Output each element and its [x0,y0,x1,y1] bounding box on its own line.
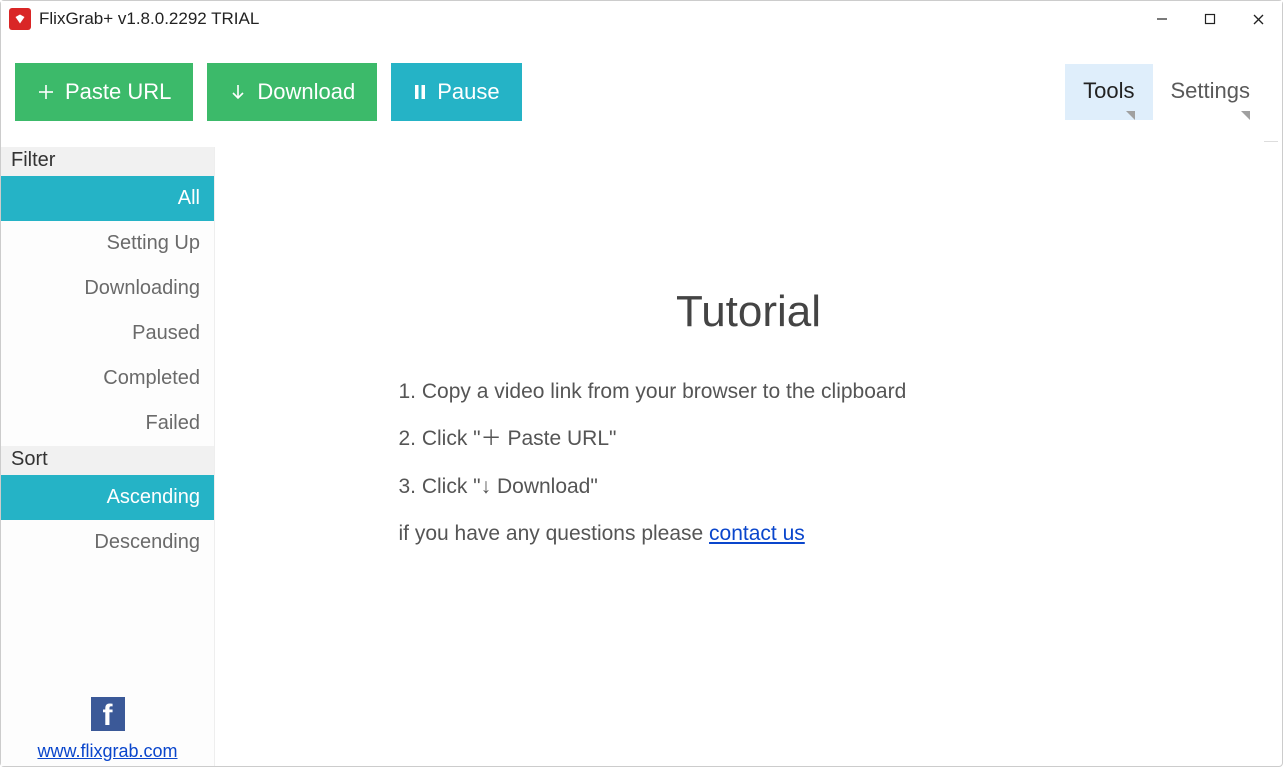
facebook-icon[interactable]: f [91,697,125,731]
pause-icon [413,83,427,101]
tutorial-step-3: 3. Click "↓ Download" [399,472,1099,501]
paste-url-label: Paste URL [65,79,171,105]
sort-item-ascending[interactable]: Ascending [1,475,214,520]
caret-down-icon [1241,111,1250,120]
body: Filter All Setting Up Downloading Paused… [1,147,1282,766]
filter-item-failed[interactable]: Failed [1,401,214,446]
filter-item-all[interactable]: All [1,176,214,221]
caret-down-icon [1126,111,1135,120]
tutorial-panel: Tutorial 1. Copy a video link from your … [399,287,1099,549]
tutorial-title: Tutorial [399,287,1099,337]
sidebar: Filter All Setting Up Downloading Paused… [1,147,215,766]
sidebar-footer: f www.flixgrab.com [1,697,214,766]
pause-label: Pause [437,79,499,105]
close-button[interactable] [1234,1,1282,37]
tutorial-question: if you have any questions please contact… [399,519,1099,548]
app-logo-icon [9,8,31,30]
settings-label: Settings [1171,78,1251,104]
sort-header: Sort [1,446,214,475]
window-title: FlixGrab+ v1.8.0.2292 TRIAL [39,9,259,29]
filter-item-paused[interactable]: Paused [1,311,214,356]
tools-menu[interactable]: Tools [1065,64,1152,120]
maximize-button[interactable] [1186,1,1234,37]
minimize-button[interactable] [1138,1,1186,37]
download-label: Download [257,79,355,105]
pause-button[interactable]: Pause [391,63,521,121]
paste-url-button[interactable]: Paste URL [15,63,193,121]
plus-icon [37,83,55,101]
filter-item-completed[interactable]: Completed [1,356,214,401]
toolbar: Paste URL Download Pause Tools Settings [1,37,1282,147]
scrollbar-track[interactable] [1264,141,1278,758]
settings-menu[interactable]: Settings [1153,64,1269,120]
tutorial-step-1: 1. Copy a video link from your browser t… [399,377,1099,406]
filter-item-setting-up[interactable]: Setting Up [1,221,214,266]
site-link[interactable]: www.flixgrab.com [37,741,177,761]
window-controls [1138,1,1282,37]
contact-us-link[interactable]: contact us [709,522,805,545]
sort-item-descending[interactable]: Descending [1,520,214,565]
title-bar: FlixGrab+ v1.8.0.2292 TRIAL [1,1,1282,37]
download-arrow-icon [229,83,247,101]
filter-item-downloading[interactable]: Downloading [1,266,214,311]
tools-label: Tools [1083,78,1134,104]
filter-header: Filter [1,147,214,176]
download-button[interactable]: Download [207,63,377,121]
main-content: Tutorial 1. Copy a video link from your … [215,147,1282,766]
tutorial-step-2: 2. Click "＋ Paste URL" [399,424,1099,453]
tutorial-question-text: if you have any questions please [399,522,710,545]
